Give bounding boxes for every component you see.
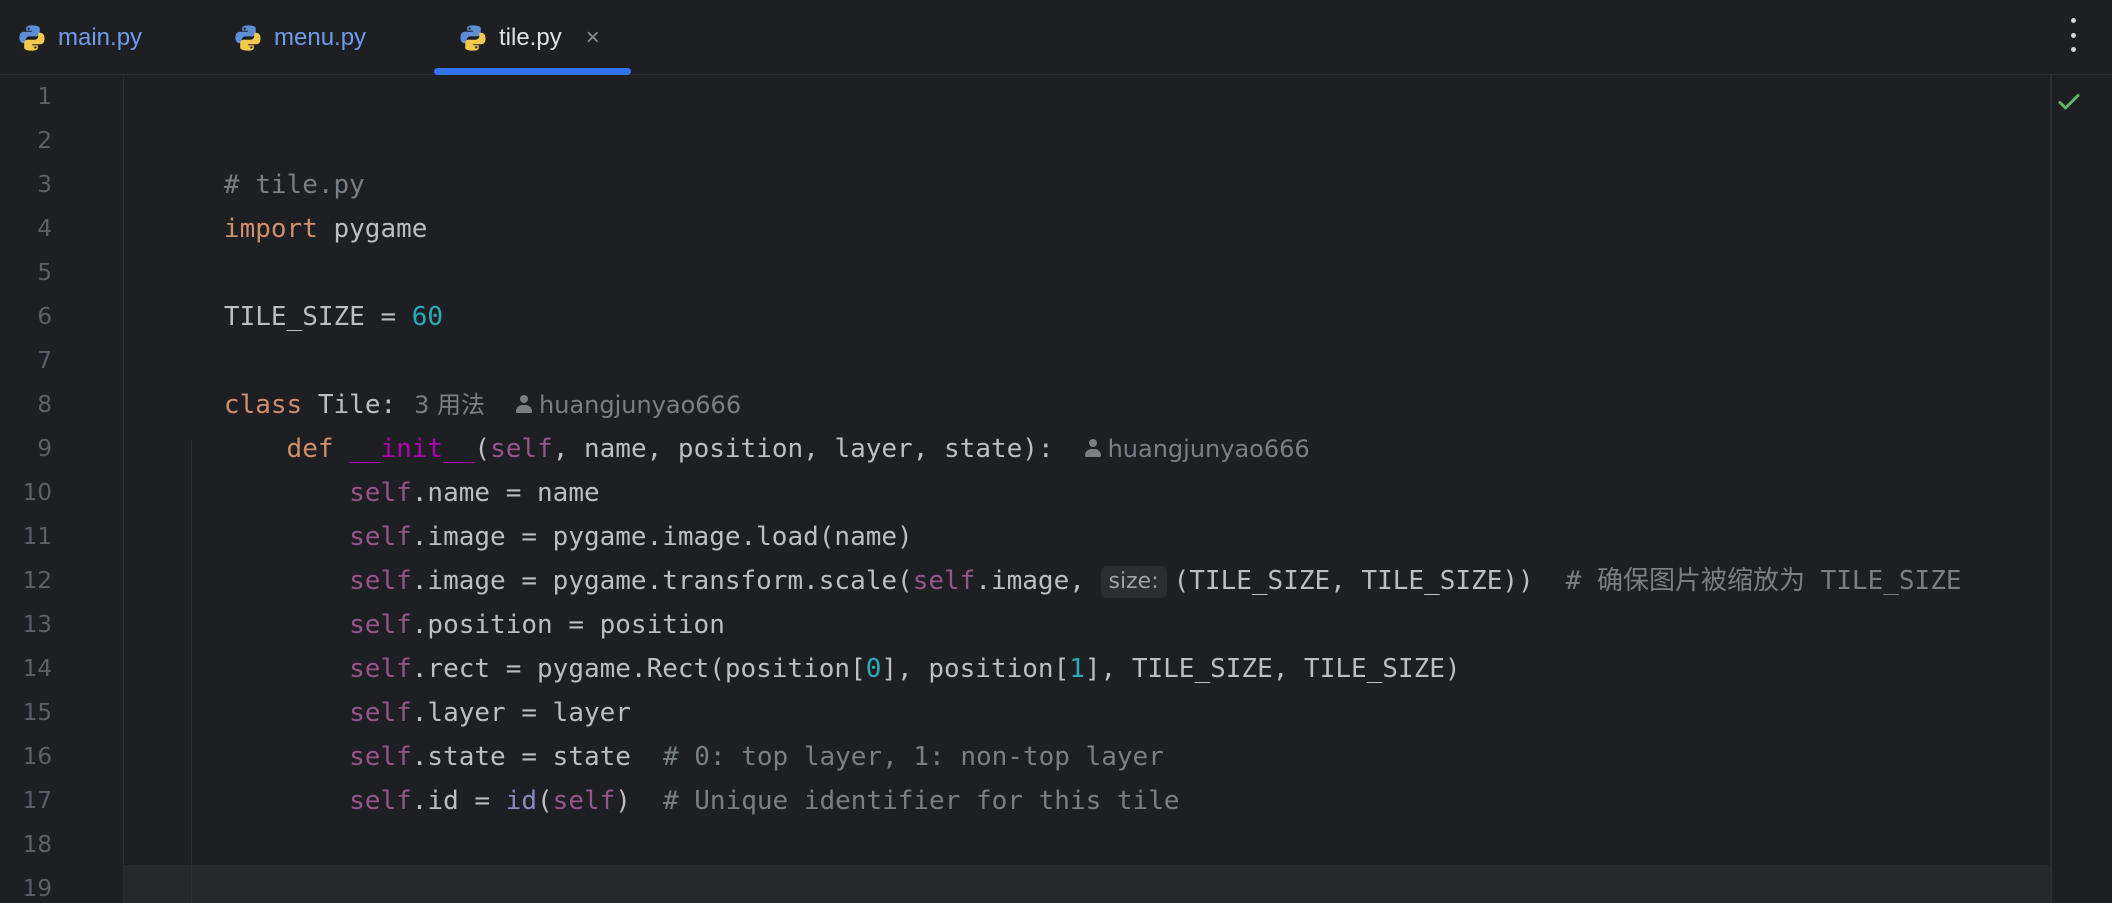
code-line-11: self.image = pygame.transform.scale(self…	[130, 515, 1962, 598]
code-line-9: self.name = name	[130, 427, 599, 508]
number-token: 1	[1069, 654, 1085, 684]
code-line-15: self.state = state # 0: top layer, 1: non…	[130, 691, 1164, 772]
active-tab-indicator	[434, 68, 631, 75]
code-line-12: self.position = position	[130, 559, 725, 640]
author-hint[interactable]: huangjunyao666	[1084, 435, 1310, 463]
code-editor[interactable]: 1 2 3 4 5 6 7 8 9 10 11 12 13 14 15 16 1…	[0, 75, 2112, 903]
line-number: 6	[37, 304, 52, 330]
comment-token: # 确保图片被缩放为 TILE_SIZE	[1565, 566, 1962, 596]
more-dot	[2070, 18, 2076, 23]
number-token: 0	[865, 654, 882, 684]
line-number: 19	[22, 876, 52, 902]
line-number-gutter[interactable]: 1 2 3 4 5 6 7 8 9 10 11 12 13 14 15 16 1…	[0, 75, 124, 903]
number-token: 60	[411, 302, 444, 332]
line-number: 13	[22, 612, 52, 638]
code-line-10: self.image = pygame.image.load(name)	[130, 471, 913, 552]
self-token: self	[349, 786, 412, 816]
paren-token: )	[615, 786, 631, 816]
line-number: 17	[22, 788, 52, 814]
ide-window: main.py menu.py tile.py × 1 2 3 4 5 6 7 …	[0, 0, 2112, 903]
code-line-5: TILE_SIZE = 60	[130, 251, 443, 332]
python-icon	[460, 24, 486, 51]
code-line-8: def __init__(self, name, position, layer…	[130, 383, 1310, 464]
line-number: 14	[22, 656, 52, 682]
code-line-2: # tile.py	[130, 119, 365, 200]
more-options-icon[interactable]	[2068, 18, 2078, 52]
tab-tile-py[interactable]: tile.py ×	[458, 0, 600, 75]
line-number: 12	[22, 568, 52, 594]
line-number: 10	[22, 480, 52, 506]
paren-token: (	[537, 786, 553, 816]
keyword-token: import	[223, 214, 318, 244]
code-line-16: self.id = id(self) # Unique identifier fo…	[130, 735, 1179, 816]
more-dot	[2070, 32, 2076, 38]
checkmark-icon[interactable]	[2056, 89, 2082, 115]
tab-main-py[interactable]: main.py	[17, 0, 142, 75]
author-name: huangjunyao666	[1107, 435, 1310, 463]
operator-token: =	[364, 302, 412, 332]
line-number: 9	[37, 436, 52, 462]
line-number: 16	[22, 744, 52, 770]
tab-menu-py[interactable]: menu.py	[233, 0, 366, 75]
current-line-highlight	[124, 865, 2050, 903]
line-number: 4	[37, 216, 52, 242]
self-token: self	[552, 786, 616, 816]
code-token: .image,	[975, 566, 1101, 596]
more-dot	[2070, 47, 2076, 52]
line-number: 18	[22, 832, 52, 858]
code-token: .id =	[411, 786, 506, 816]
code-token: ], TILE_SIZE, TILE_SIZE)	[1084, 654, 1461, 684]
line-number: 5	[37, 260, 52, 286]
builtin-token: id	[505, 786, 538, 816]
line-number: 1	[37, 84, 52, 110]
self-token: self	[912, 566, 976, 596]
parameter-hint[interactable]: size:	[1100, 566, 1167, 598]
tab-label: main.py	[58, 23, 143, 51]
tab-label: menu.py	[274, 23, 367, 51]
close-icon[interactable]: ×	[586, 25, 600, 50]
line-number: 7	[37, 348, 52, 374]
person-icon	[1084, 439, 1102, 459]
python-icon	[235, 24, 261, 51]
code-line-7: class Tile: 3 用法 huangjunyao666	[130, 339, 741, 420]
editor-tab-bar: main.py menu.py tile.py ×	[0, 0, 2112, 75]
code-line-3: import pygame	[130, 163, 428, 244]
code-line-13: self.rect = pygame.Rect(position[0], pos…	[130, 603, 1460, 684]
line-number: 8	[37, 392, 52, 418]
tab-label: tile.py	[499, 23, 562, 51]
right-margin-guide	[2050, 75, 2052, 903]
line-number: 2	[37, 128, 52, 154]
line-number: 11	[22, 524, 52, 550]
constant-token: TILE_SIZE	[223, 302, 365, 332]
params-token: , name, position, layer, state):	[552, 434, 1054, 464]
line-number: 3	[37, 172, 52, 198]
python-icon	[19, 24, 45, 51]
code-token: pygame	[317, 214, 428, 244]
line-number: 15	[22, 700, 52, 726]
comment-token: # Unique identifier for this tile	[662, 786, 1180, 816]
code-line-14: self.layer = layer	[130, 647, 631, 728]
code-token: ], position[	[881, 654, 1070, 684]
code-token: (TILE_SIZE, TILE_SIZE))	[1173, 566, 1534, 596]
